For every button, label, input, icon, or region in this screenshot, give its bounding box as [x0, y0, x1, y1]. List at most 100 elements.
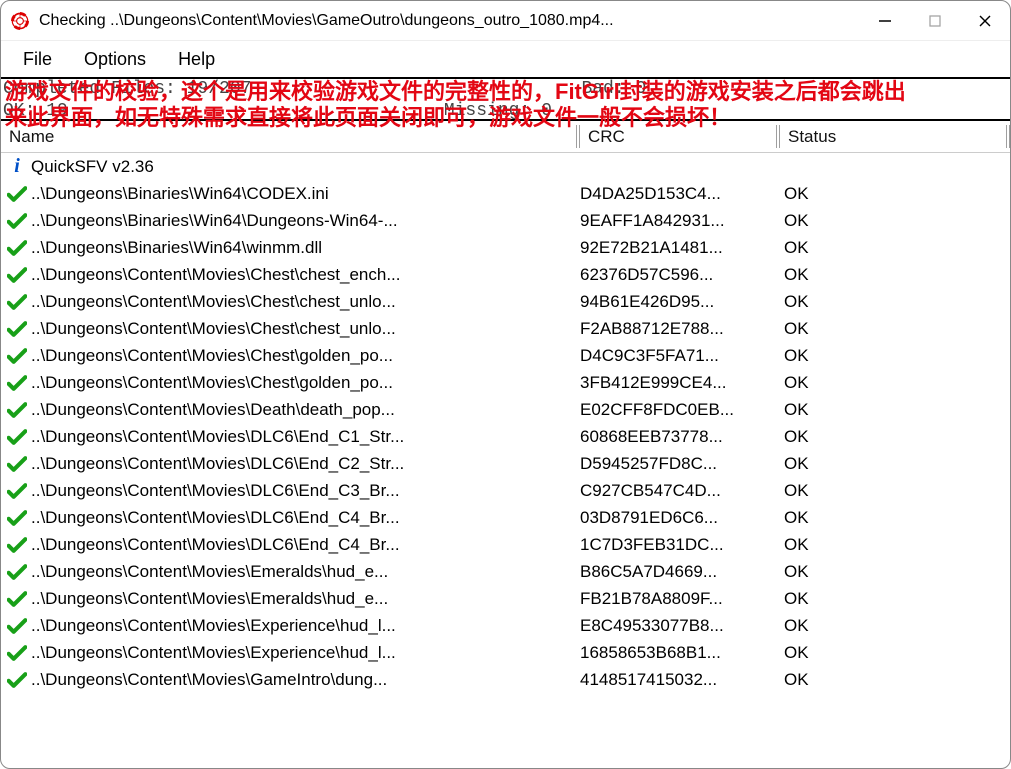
ok-label: OK: [3, 101, 35, 121]
list-row[interactable]: ..\Dungeons\Content\Movies\Emeralds\hud_… [1, 585, 1010, 612]
check-icon [5, 212, 29, 230]
menu-options[interactable]: Options [70, 45, 160, 74]
check-icon [5, 563, 29, 581]
list-row[interactable]: ..\Dungeons\Content\Movies\Emeralds\hud_… [1, 558, 1010, 585]
file-crc: D5945257FD8C... [580, 454, 780, 474]
list-row[interactable]: ..\Dungeons\Content\Movies\Chest\golden_… [1, 342, 1010, 369]
file-name: ..\Dungeons\Content\Movies\Chest\chest_e… [29, 265, 580, 285]
file-status: OK [780, 616, 1010, 636]
list-row[interactable]: ..\Dungeons\Content\Movies\Chest\golden_… [1, 369, 1010, 396]
menu-help[interactable]: Help [164, 45, 229, 74]
list-row[interactable]: ..\Dungeons\Content\Movies\GameIntro\dun… [1, 666, 1010, 693]
check-icon [5, 482, 29, 500]
menubar: File Options Help [1, 41, 1010, 77]
file-status: OK [780, 292, 1010, 312]
file-status: OK [780, 670, 1010, 690]
file-crc: 1C7D3FEB31DC... [580, 535, 780, 555]
file-crc: C927CB547C4D... [580, 481, 780, 501]
file-status: OK [780, 238, 1010, 258]
file-name: ..\Dungeons\Content\Movies\DLC6\End_C2_S… [29, 454, 580, 474]
progress-and-header-area: Completed Files: 19/207 Bad: 0 OK: 19 Mi… [1, 77, 1010, 153]
list-row[interactable]: ..\Dungeons\Binaries\Win64\winmm.dll92E7… [1, 234, 1010, 261]
check-icon [5, 347, 29, 365]
file-crc: FB21B78A8809F... [580, 589, 780, 609]
file-crc: 92E72B21A1481... [580, 238, 780, 258]
file-crc: 03D8791ED6C6... [580, 508, 780, 528]
check-icon [5, 536, 29, 554]
list-row[interactable]: iQuickSFV v2.36 [1, 153, 1010, 180]
file-name: ..\Dungeons\Binaries\Win64\winmm.dll [29, 238, 580, 258]
file-status: OK [780, 643, 1010, 663]
file-crc: D4DA25D153C4... [580, 184, 780, 204]
window-buttons [860, 1, 1010, 40]
list-row[interactable]: ..\Dungeons\Content\Movies\Death\death_p… [1, 396, 1010, 423]
file-name: ..\Dungeons\Content\Movies\Chest\golden_… [29, 346, 580, 366]
check-icon [5, 293, 29, 311]
file-crc: F2AB88712E788... [580, 319, 780, 339]
file-status: OK [780, 373, 1010, 393]
close-button[interactable] [960, 1, 1010, 40]
minimize-button[interactable] [860, 1, 910, 40]
check-icon [5, 644, 29, 662]
list-row[interactable]: ..\Dungeons\Content\Movies\Chest\chest_u… [1, 288, 1010, 315]
app-icon [11, 12, 29, 30]
header-crc[interactable]: CRC [580, 121, 780, 152]
check-icon [5, 671, 29, 689]
file-crc: 9EAFF1A842931... [580, 211, 780, 231]
file-name: ..\Dungeons\Binaries\Win64\CODEX.ini [29, 184, 580, 204]
file-status: OK [780, 508, 1010, 528]
file-name: ..\Dungeons\Content\Movies\DLC6\End_C4_B… [29, 535, 580, 555]
check-icon [5, 617, 29, 635]
file-status: OK [780, 211, 1010, 231]
bad-label: Bad: [581, 79, 624, 99]
check-icon [5, 509, 29, 527]
maximize-button[interactable] [910, 1, 960, 40]
list-row[interactable]: ..\Dungeons\Content\Movies\Chest\chest_e… [1, 261, 1010, 288]
file-name: ..\Dungeons\Content\Movies\Death\death_p… [29, 400, 580, 420]
header-status[interactable]: Status [780, 121, 1010, 152]
file-status: OK [780, 589, 1010, 609]
info-icon: i [5, 155, 29, 178]
file-crc: E8C49533077B8... [580, 616, 780, 636]
list-row[interactable]: ..\Dungeons\Content\Movies\DLC6\End_C2_S… [1, 450, 1010, 477]
header-name[interactable]: Name [1, 121, 580, 152]
titlebar: Checking ..\Dungeons\Content\Movies\Game… [1, 1, 1010, 41]
file-crc: E02CFF8FDC0EB... [580, 400, 780, 420]
ok-value: 19 [35, 101, 67, 121]
list-row[interactable]: ..\Dungeons\Content\Movies\Chest\chest_u… [1, 315, 1010, 342]
file-name: ..\Dungeons\Content\Movies\DLC6\End_C3_B… [29, 481, 580, 501]
header-crc-label: CRC [588, 127, 625, 147]
file-name: ..\Dungeons\Content\Movies\Chest\chest_u… [29, 319, 580, 339]
list-row[interactable]: ..\Dungeons\Content\Movies\DLC6\End_C4_B… [1, 531, 1010, 558]
file-status: OK [780, 346, 1010, 366]
file-list[interactable]: iQuickSFV v2.36..\Dungeons\Binaries\Win6… [1, 153, 1010, 768]
missing-value: 0 [530, 101, 552, 121]
check-icon [5, 185, 29, 203]
check-icon [5, 590, 29, 608]
list-row[interactable]: ..\Dungeons\Content\Movies\DLC6\End_C4_B… [1, 504, 1010, 531]
column-headers: Name CRC Status [1, 121, 1010, 153]
header-status-label: Status [788, 127, 836, 147]
check-icon [5, 239, 29, 257]
file-name: ..\Dungeons\Content\Movies\Emeralds\hud_… [29, 589, 580, 609]
list-row[interactable]: ..\Dungeons\Binaries\Win64\CODEX.iniD4DA… [1, 180, 1010, 207]
file-status: OK [780, 535, 1010, 555]
menu-file[interactable]: File [9, 45, 66, 74]
file-name: ..\Dungeons\Content\Movies\Experience\hu… [29, 616, 580, 636]
file-name: ..\Dungeons\Content\Movies\Chest\chest_u… [29, 292, 580, 312]
progress-area: Completed Files: 19/207 Bad: 0 OK: 19 Mi… [1, 77, 1010, 121]
check-icon [5, 401, 29, 419]
file-status: OK [780, 400, 1010, 420]
check-icon [5, 455, 29, 473]
list-row[interactable]: ..\Dungeons\Content\Movies\DLC6\End_C3_B… [1, 477, 1010, 504]
list-row[interactable]: ..\Dungeons\Content\Movies\Experience\hu… [1, 639, 1010, 666]
file-name: ..\Dungeons\Content\Movies\DLC6\End_C1_S… [29, 427, 580, 447]
file-name: ..\Dungeons\Content\Movies\DLC6\End_C4_B… [29, 508, 580, 528]
list-row[interactable]: ..\Dungeons\Binaries\Win64\Dungeons-Win6… [1, 207, 1010, 234]
check-icon [5, 374, 29, 392]
header-name-label: Name [9, 127, 54, 147]
completed-files-label: Completed Files: [3, 79, 176, 99]
file-status: OK [780, 184, 1010, 204]
list-row[interactable]: ..\Dungeons\Content\Movies\DLC6\End_C1_S… [1, 423, 1010, 450]
list-row[interactable]: ..\Dungeons\Content\Movies\Experience\hu… [1, 612, 1010, 639]
